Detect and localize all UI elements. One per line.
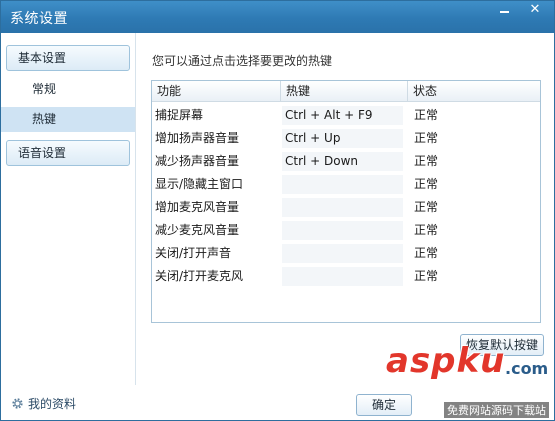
column-header-hotkey[interactable]: 热键 [281, 81, 408, 102]
sidebar-group-voice[interactable]: 语音设置 [6, 140, 130, 166]
status-cell: 正常 [414, 154, 439, 168]
function-cell: 显示/隐藏主窗口 [155, 177, 244, 191]
table-row[interactable]: 增加麦克风音量 正常 [152, 196, 540, 219]
status-cell: 正常 [414, 108, 439, 122]
hotkey-cell[interactable] [281, 265, 408, 288]
table-row[interactable]: 捕捉屏幕 Ctrl + Alt + F9 正常 [152, 104, 540, 127]
table-row[interactable]: 减少扬声器音量 Ctrl + Down 正常 [152, 150, 540, 173]
function-cell: 关闭/打开声音 [155, 246, 232, 260]
hotkey-cell[interactable] [281, 219, 408, 242]
function-cell: 增加麦克风音量 [155, 200, 240, 214]
function-cell: 减少扬声器音量 [155, 154, 240, 168]
minimize-button[interactable] [494, 1, 516, 21]
ok-button[interactable]: 确定 [356, 394, 412, 416]
hotkey-hint: 您可以通过点击选择要更改的热键 [152, 54, 333, 68]
column-header-function[interactable]: 功能 [152, 81, 281, 102]
sidebar-group-basic[interactable]: 基本设置 [6, 45, 130, 71]
table-row[interactable]: 减少麦克风音量 正常 [152, 219, 540, 242]
hotkey-cell[interactable] [281, 173, 408, 196]
table-row[interactable]: 增加扬声器音量 Ctrl + Up 正常 [152, 127, 540, 150]
function-cell: 捕捉屏幕 [155, 108, 204, 122]
close-button[interactable]: ✕ [518, 1, 552, 21]
status-cell: 正常 [414, 223, 439, 237]
settings-sidebar: 基本设置 常规 热键 语音设置 [1, 33, 136, 385]
hotkey-cell[interactable] [281, 242, 408, 265]
profile-label: 我的资料 [28, 397, 77, 411]
function-cell: 增加扬声器音量 [155, 131, 240, 145]
my-profile-link[interactable]: 我的资料 [11, 395, 76, 413]
minimize-icon [500, 11, 509, 13]
status-cell: 正常 [414, 200, 439, 214]
title-bar[interactable]: 系统设置 ✕ [1, 1, 554, 33]
function-cell: 减少麦克风音量 [155, 223, 240, 237]
status-cell: 正常 [414, 246, 439, 260]
function-cell: 关闭/打开麦克风 [155, 269, 244, 283]
hotkey-cell[interactable] [281, 196, 408, 219]
hotkey-table: 功能 热键 状态 捕捉屏幕 Ctrl + Alt + F9 正常 增加扬声器音量… [151, 80, 541, 323]
status-cell: 正常 [414, 177, 439, 191]
hotkey-cell[interactable]: Ctrl + Down [281, 150, 408, 173]
table-row[interactable]: 显示/隐藏主窗口 正常 [152, 173, 540, 196]
table-row[interactable]: 关闭/打开声音 正常 [152, 242, 540, 265]
gear-icon [12, 398, 23, 409]
table-header: 功能 热键 状态 [152, 81, 540, 102]
column-header-status[interactable]: 状态 [408, 81, 540, 102]
status-cell: 正常 [414, 269, 439, 283]
sidebar-item-hotkeys[interactable]: 热键 [1, 107, 135, 132]
table-row[interactable]: 关闭/打开麦克风 正常 [152, 265, 540, 288]
restore-defaults-button[interactable]: 恢复默认按键 [460, 334, 544, 356]
window-title: 系统设置 [10, 11, 68, 27]
dialog-body: 基本设置 常规 热键 语音设置 我的资料 您可以通过点击选择要更改的热键 功能 … [1, 33, 554, 420]
status-cell: 正常 [414, 131, 439, 145]
hotkey-cell[interactable]: Ctrl + Up [281, 127, 408, 150]
settings-window: 系统设置 ✕ 基本设置 常规 热键 语音设置 我的资料 您可以通过点击选择要更改… [0, 0, 555, 421]
close-icon: ✕ [529, 2, 541, 17]
hotkey-cell[interactable]: Ctrl + Alt + F9 [281, 104, 408, 127]
sidebar-item-general[interactable]: 常规 [1, 77, 135, 102]
